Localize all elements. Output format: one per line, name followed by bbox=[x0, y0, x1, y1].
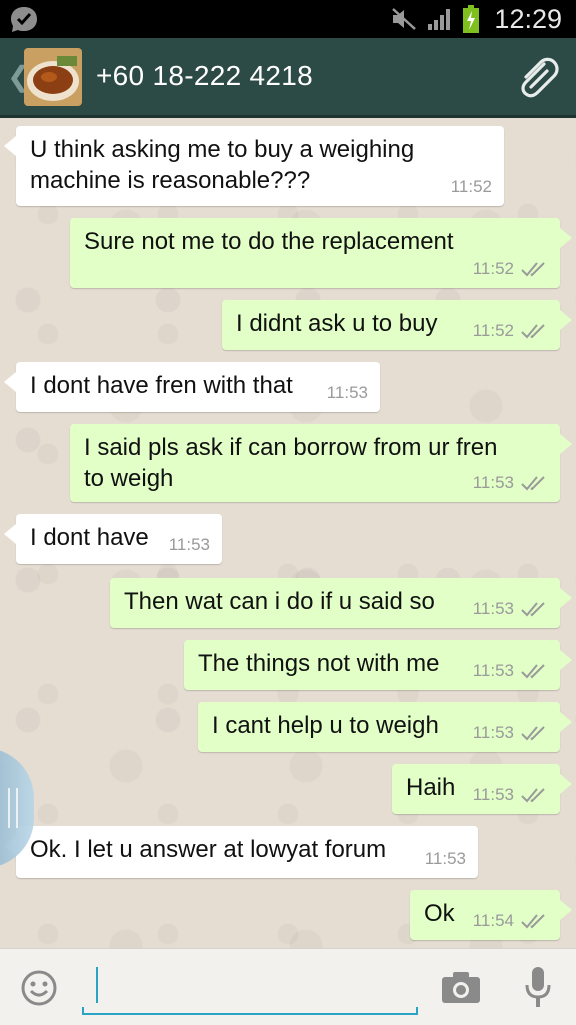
message-bubble-outgoing[interactable]: I said pls ask if can borrow from ur fre… bbox=[70, 424, 572, 502]
message-time: 11:53 bbox=[472, 599, 514, 618]
message-text: Ok bbox=[424, 900, 455, 927]
message-time: 11:53 bbox=[472, 723, 514, 742]
message-bubble-incoming[interactable]: I dont have 11:53 bbox=[4, 514, 222, 564]
message-bubble-outgoing[interactable]: The things not with me 11:53 bbox=[184, 640, 572, 690]
message-bubble-outgoing[interactable]: Sure not me to do the replacement 11:52 bbox=[70, 218, 572, 288]
message-text: I dont have bbox=[30, 524, 149, 551]
message-time: 11:53 bbox=[168, 535, 210, 554]
double-check-icon bbox=[521, 323, 545, 338]
text-caret bbox=[96, 967, 98, 1003]
message-time: 11:53 bbox=[472, 473, 514, 492]
message-bubble-incoming[interactable]: I dont have fren with that 11:53 bbox=[4, 362, 380, 412]
camera-icon[interactable] bbox=[440, 969, 482, 1005]
message-bubble-outgoing[interactable]: Ok 11:54 bbox=[410, 890, 572, 940]
message-text: Haih bbox=[406, 774, 456, 801]
message-bubble-outgoing[interactable]: I cant help u to weigh 11:53 bbox=[198, 702, 572, 752]
message-time: 11:53 bbox=[424, 849, 466, 868]
message-text: The things not with me bbox=[198, 650, 440, 677]
input-bar bbox=[0, 948, 576, 1025]
message-list[interactable]: U think asking me to buy a weighing machi… bbox=[0, 118, 576, 948]
message-text: U think asking me to buy a weighing machi… bbox=[30, 136, 415, 194]
message-time: 11:53 bbox=[472, 785, 514, 804]
whatsapp-notification-icon bbox=[11, 7, 37, 32]
double-check-icon bbox=[521, 261, 545, 276]
chat-header: ❮ +60 18-222 4218 bbox=[0, 38, 576, 118]
message-time: 11:53 bbox=[472, 661, 514, 680]
avatar[interactable] bbox=[24, 48, 82, 106]
message-input-field[interactable] bbox=[82, 963, 418, 1015]
message-time: 11:54 bbox=[472, 911, 514, 930]
message-input[interactable] bbox=[82, 963, 418, 1003]
double-check-icon bbox=[521, 475, 545, 490]
double-check-icon bbox=[521, 663, 545, 678]
message-text: I dont have fren with that bbox=[30, 372, 293, 399]
message-text: I cant help u to weigh bbox=[212, 712, 439, 739]
message-text: Sure not me to do the replacement bbox=[84, 228, 454, 255]
message-bubble-outgoing[interactable]: Then wat can i do if u said so 11:53 bbox=[110, 578, 572, 628]
double-check-icon bbox=[521, 787, 545, 802]
attachment-icon[interactable] bbox=[514, 54, 560, 100]
input-underline bbox=[82, 1007, 418, 1015]
double-check-icon bbox=[521, 913, 545, 928]
message-text: Ok. I let u answer at lowyat forum bbox=[30, 836, 387, 863]
message-bubble-outgoing[interactable]: Haih 11:53 bbox=[392, 764, 572, 814]
message-time: 11:53 bbox=[326, 383, 368, 402]
status-right: 12:29 bbox=[390, 2, 562, 36]
battery-charging-icon bbox=[463, 5, 480, 33]
grip-icon bbox=[8, 788, 18, 828]
message-bubble-incoming[interactable]: U think asking me to buy a weighing machi… bbox=[4, 126, 504, 206]
contact-name[interactable]: +60 18-222 4218 bbox=[96, 60, 313, 92]
message-text: I didnt ask u to buy bbox=[236, 310, 438, 337]
message-text: I said pls ask if can borrow from ur fre… bbox=[84, 434, 498, 492]
status-bar: 12:29 bbox=[0, 0, 576, 38]
message-time: 11:52 bbox=[472, 321, 514, 340]
emoji-icon[interactable] bbox=[20, 969, 58, 1007]
mute-icon bbox=[392, 8, 417, 30]
message-bubble-incoming[interactable]: Ok. I let u answer at lowyat forum 11:53 bbox=[4, 826, 478, 878]
message-bubble-outgoing[interactable]: I didnt ask u to buy 11:52 bbox=[222, 300, 572, 350]
double-check-icon bbox=[521, 725, 545, 740]
message-time: 11:52 bbox=[450, 177, 492, 196]
status-time: 12:29 bbox=[494, 3, 562, 34]
double-check-icon bbox=[521, 601, 545, 616]
message-time: 11:52 bbox=[472, 259, 514, 278]
signal-icon bbox=[428, 9, 451, 30]
microphone-icon[interactable] bbox=[524, 965, 552, 1009]
message-text: Then wat can i do if u said so bbox=[124, 588, 435, 615]
